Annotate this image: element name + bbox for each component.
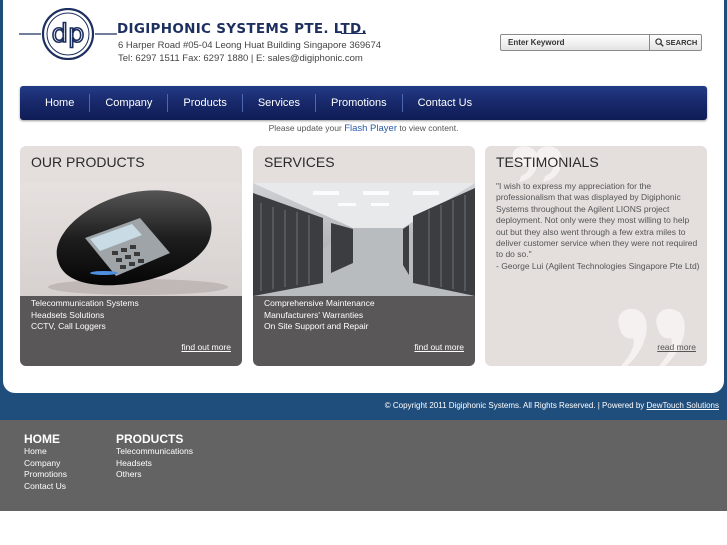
products-find-out-more-link[interactable]: find out more [181, 342, 231, 352]
list-item: Headsets Solutions [31, 309, 105, 320]
nav-item-company[interactable]: Company [90, 94, 169, 112]
list-item: On Site Support and Repair [264, 321, 369, 331]
company-contact: Tel: 6297 1511 Fax: 6297 1880 | E: sales… [118, 53, 363, 64]
footer-products-heading: PRODUCTS [116, 432, 184, 446]
products-panel: OUR PRODUCTS Telecommunication Systems H… [20, 146, 242, 366]
footer-home-column: HOME Home Company Promotions Contact Us [24, 433, 67, 492]
conference-phone-image [20, 183, 242, 296]
list-item: Manufacturers' Warranties [264, 309, 364, 320]
testimonial-quote: "I wish to express my appreciation for t… [496, 181, 698, 260]
testimonial-author: - George Lui (Agilent Technologies Singa… [496, 260, 700, 271]
services-panel: SERVICES Comprehensive Maintenance Manuf… [253, 146, 475, 366]
footer-products-column: PRODUCTS Telecommunications Headsets Oth… [116, 433, 193, 481]
testimonials-panel: TESTIMONIALS "I wish to express my appre… [485, 146, 707, 366]
list-item: CCTV, Call Loggers [31, 321, 106, 331]
products-panel-title: OUR PRODUCTS [31, 154, 145, 170]
flash-player-link[interactable]: Flash Player [344, 123, 397, 134]
flash-notice: Please update your Flash Player to view … [0, 123, 727, 134]
services-find-out-more-link[interactable]: find out more [414, 342, 464, 352]
main-nav: Home Company Products Services Promotion… [20, 86, 707, 120]
flash-notice-after: to view content. [399, 123, 459, 133]
testimonials-read-more-link[interactable]: read more [657, 342, 696, 352]
footer-link-company[interactable]: Company [24, 458, 67, 470]
nav-item-products[interactable]: Products [168, 94, 243, 112]
company-logo[interactable]: dp [19, 7, 119, 61]
services-list: Comprehensive Maintenance Manufacturers'… [264, 298, 375, 333]
flash-notice-before: Please update your [268, 123, 342, 133]
list-item: Telecommunication Systems [31, 298, 139, 308]
nav-item-contact-us[interactable]: Contact Us [403, 94, 487, 112]
footer-link-headsets[interactable]: Headsets [116, 458, 193, 470]
nav-item-home[interactable]: Home [30, 94, 91, 112]
company-name-rule [341, 33, 366, 34]
products-list: Telecommunication Systems Headsets Solut… [31, 298, 139, 333]
footer-link-telecommunications[interactable]: Telecommunications [116, 446, 193, 458]
dewtouch-link[interactable]: DewTouch Solutions [647, 401, 719, 410]
footer-link-contact-us[interactable]: Contact Us [24, 481, 67, 493]
logo-lettering: dp [51, 19, 84, 49]
company-address: 6 Harper Road #05-04 Leong Huat Building… [118, 40, 382, 51]
testimonials-panel-title: TESTIMONIALS [496, 154, 599, 170]
site-footer: HOME Home Company Promotions Contact Us … [0, 420, 727, 511]
footer-home-heading: HOME [24, 432, 60, 446]
list-item: Comprehensive Maintenance [264, 298, 375, 308]
testimonial-text: "I wish to express my appreciation for t… [496, 181, 701, 272]
search-button-label: SEARCH [665, 38, 698, 47]
search-icon [654, 38, 664, 47]
services-panel-title: SERVICES [264, 154, 335, 170]
nav-item-promotions[interactable]: Promotions [316, 94, 403, 112]
footer-link-home[interactable]: Home [24, 446, 67, 458]
nav-item-services[interactable]: Services [243, 94, 317, 112]
server-room-image [253, 183, 475, 296]
search-input[interactable] [501, 35, 649, 50]
footer-link-others[interactable]: Others [116, 469, 193, 481]
search-button[interactable]: SEARCH [649, 35, 702, 50]
footer-link-promotions[interactable]: Promotions [24, 469, 67, 481]
search-box: SEARCH [500, 34, 702, 51]
copyright-text: © Copyright 2011 Digiphonic Systems. All… [384, 401, 645, 410]
copyright-bar: © Copyright 2011 Digiphonic Systems. All… [0, 401, 719, 410]
company-name: DIGIPHONIC SYSTEMS PTE. LTD. [117, 21, 367, 37]
